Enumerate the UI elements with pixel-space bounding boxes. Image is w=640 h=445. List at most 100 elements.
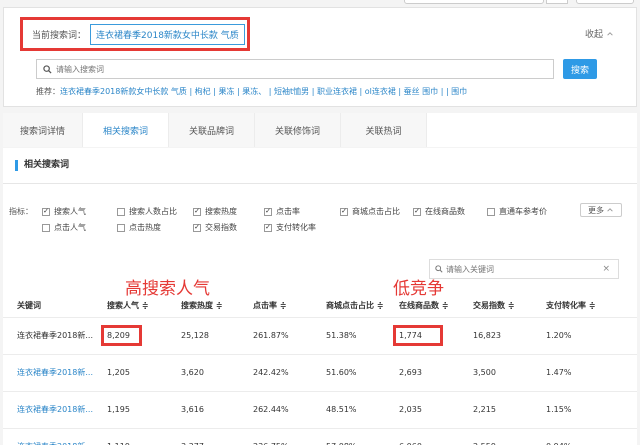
search-heat-cell: 25,128 <box>167 316 239 354</box>
collapse-label: 收起 <box>584 30 603 40</box>
pay-conversion-cell: 1.47% <box>532 353 637 391</box>
filter-label: 商城点击占比 <box>352 207 400 216</box>
filter-label: 支付转化率 <box>276 223 316 232</box>
filter-search-popularity[interactable]: ✓ 搜索人气 <box>42 206 86 217</box>
online-items-cell: 1,774 <box>385 316 459 354</box>
ctr-cell: 236.75% <box>239 427 312 445</box>
table-row: 连衣裙春季2018新... 1,205 3,620 242.42% 51.60%… <box>3 353 637 391</box>
ctr-cell: 242.42% <box>239 353 312 391</box>
column-header-ctr[interactable]: 点击率 ≑ <box>239 295 312 317</box>
highlight-box: 8,209 <box>101 325 142 346</box>
search-box <box>36 59 554 79</box>
filter-search-heat[interactable]: ✓ 搜索热度 <box>193 206 237 217</box>
search-icon <box>435 265 443 273</box>
trade-index-cell: 2,559 <box>459 427 532 445</box>
checkbox[interactable] <box>487 207 495 216</box>
top-toolbar-partial <box>404 0 636 6</box>
filter-label: 点击热度 <box>129 223 161 232</box>
checkbox[interactable] <box>42 223 50 232</box>
collapse-button[interactable]: 收起 <box>585 27 614 40</box>
highlight-box: 1,774 <box>393 325 443 346</box>
column-header-online-items[interactable]: 在线商品数 ≑ <box>385 295 459 317</box>
filter-click-popularity[interactable]: 点击人气 <box>42 222 86 233</box>
column-header-search-heat[interactable]: 搜索热度 ≑ <box>167 295 239 317</box>
search-button[interactable]: 搜索 <box>563 59 597 79</box>
search-heat-cell: 3,620 <box>167 353 239 391</box>
filter-label: 点击率 <box>276 207 300 216</box>
online-items-cell: 2,035 <box>385 390 459 428</box>
tab-related-search-terms[interactable]: 相关搜索词 <box>83 113 169 147</box>
keyword-cell[interactable]: 连衣裙春季2018新... <box>3 390 93 428</box>
ctr-cell: 262.44% <box>239 390 312 428</box>
ctr-cell: 261.87% <box>239 316 312 354</box>
top-control-left[interactable] <box>404 0 544 4</box>
search-input[interactable] <box>56 64 536 74</box>
filter-label: 直通车参考价 <box>499 207 547 216</box>
keyword-search-box: × <box>429 259 619 279</box>
mall-click-share-cell: 51.60% <box>312 353 385 391</box>
column-header-mall-click-share[interactable]: 商城点击占比 ≑ <box>312 295 385 317</box>
checkbox[interactable] <box>117 207 125 216</box>
keyword-cell[interactable]: 连衣裙春季2018新... <box>3 353 93 391</box>
mall-click-share-cell: 57.08% <box>312 427 385 445</box>
content-panel: 相关搜索词 指标： ✓ 搜索人气 搜索人数占比 ✓ 搜索热度 ✓ 点击率 ✓ 商城点击占… <box>3 148 637 445</box>
column-header-trade-index[interactable]: 交易指数 ≑ <box>459 295 532 317</box>
tab-related-brand-terms[interactable]: 关联品牌词 <box>169 113 255 147</box>
filter-label: 交易指数 <box>205 223 237 232</box>
mall-click-share-cell: 48.51% <box>312 390 385 428</box>
keyword-cell[interactable]: 连衣裙春季2018新... <box>3 316 93 354</box>
checkbox[interactable]: ✓ <box>42 207 50 216</box>
trade-index-cell: 2,215 <box>459 390 532 428</box>
online-items-cell: 6,060 <box>385 427 459 445</box>
filter-trade-index[interactable]: ✓ 交易指数 <box>193 222 237 233</box>
checkbox[interactable]: ✓ <box>340 207 348 216</box>
tab-bar-filler <box>427 113 637 147</box>
trade-index-cell: 3,500 <box>459 353 532 391</box>
checkbox[interactable]: ✓ <box>413 207 421 216</box>
top-control-right[interactable] <box>576 0 634 4</box>
page: 当前搜索词： 连衣裙春季2018新款女中长款 气质 收起 搜索 推荐：连衣裙春季… <box>0 0 640 445</box>
tab-related-hot-terms[interactable]: 关联热词 <box>341 113 427 147</box>
more-button[interactable]: 更多 <box>580 203 622 217</box>
recommend-row: 推荐：连衣裙春季2018新款女中长款 气质 | 枸杞 | 果冻 | 果冻、 | … <box>36 86 467 97</box>
search-panel: 当前搜索词： 连衣裙春季2018新款女中长款 气质 收起 搜索 推荐：连衣裙春季… <box>3 7 637 107</box>
chevron-up-icon <box>607 31 613 36</box>
keyword-table: 关键词 搜索人气 ≑ 搜索热度 ≑ 点击率 ≑ 商城点击占比 ≑ 在线商品数 ≑… <box>3 295 637 445</box>
keyword-search-input[interactable] <box>446 264 596 274</box>
filter-click-heat[interactable]: 点击热度 <box>117 222 161 233</box>
search-heat-cell: 3,377 <box>167 427 239 445</box>
table-header-row: 关键词 搜索人气 ≑ 搜索热度 ≑ 点击率 ≑ 商城点击占比 ≑ 在线商品数 ≑… <box>3 295 637 317</box>
checkbox[interactable]: ✓ <box>264 207 272 216</box>
column-header-search-popularity[interactable]: 搜索人气 ≑ <box>93 295 167 317</box>
recommend-links[interactable]: 连衣裙春季2018新款女中长款 气质 | 枸杞 | 果冻 | 果冻、 | 短袖t… <box>60 87 467 96</box>
checkbox[interactable]: ✓ <box>193 207 201 216</box>
keyword-cell[interactable]: 连衣裙春季2018新... <box>3 427 93 445</box>
online-items-cell: 2,693 <box>385 353 459 391</box>
column-header-keyword: 关键词 <box>17 301 41 311</box>
tab-search-term-details[interactable]: 搜索词详情 <box>3 113 83 147</box>
checkbox[interactable]: ✓ <box>193 223 201 232</box>
filter-label: 搜索人气 <box>54 207 86 216</box>
search-popularity-cell: 1,195 <box>93 390 167 428</box>
pay-conversion-cell: 1.20% <box>532 316 637 354</box>
column-header-pay-conversion[interactable]: 支付转化率 ≑ <box>532 295 637 317</box>
filter-searcher-share[interactable]: 搜索人数占比 <box>117 206 177 217</box>
filter-ctr[interactable]: ✓ 点击率 <box>264 206 300 217</box>
filter-mall-click-share[interactable]: ✓ 商城点击占比 <box>340 206 400 217</box>
tab-related-modifier-terms[interactable]: 关联修饰词 <box>255 113 341 147</box>
filter-ztc-price[interactable]: 直通车参考价 <box>487 206 547 217</box>
current-term-tag[interactable]: 连衣裙春季2018新款女中长款 气质 <box>90 23 245 45</box>
search-popularity-cell: 8,209 <box>93 316 167 354</box>
filter-label: 点击人气 <box>54 223 86 232</box>
recommend-label: 推荐： <box>36 87 60 96</box>
top-control-middle[interactable] <box>546 0 568 4</box>
checkbox[interactable]: ✓ <box>264 223 272 232</box>
current-term-highlight: 当前搜索词： 连衣裙春季2018新款女中长款 气质 <box>20 17 250 51</box>
divider <box>3 183 637 184</box>
filter-pay-conversion[interactable]: ✓ 支付转化率 <box>264 222 316 233</box>
filter-label: 搜索热度 <box>205 207 237 216</box>
pay-conversion-cell: 1.15% <box>532 390 637 428</box>
checkbox[interactable] <box>117 223 125 232</box>
filter-online-items[interactable]: ✓ 在线商品数 <box>413 206 465 217</box>
clear-icon[interactable]: × <box>602 264 610 274</box>
